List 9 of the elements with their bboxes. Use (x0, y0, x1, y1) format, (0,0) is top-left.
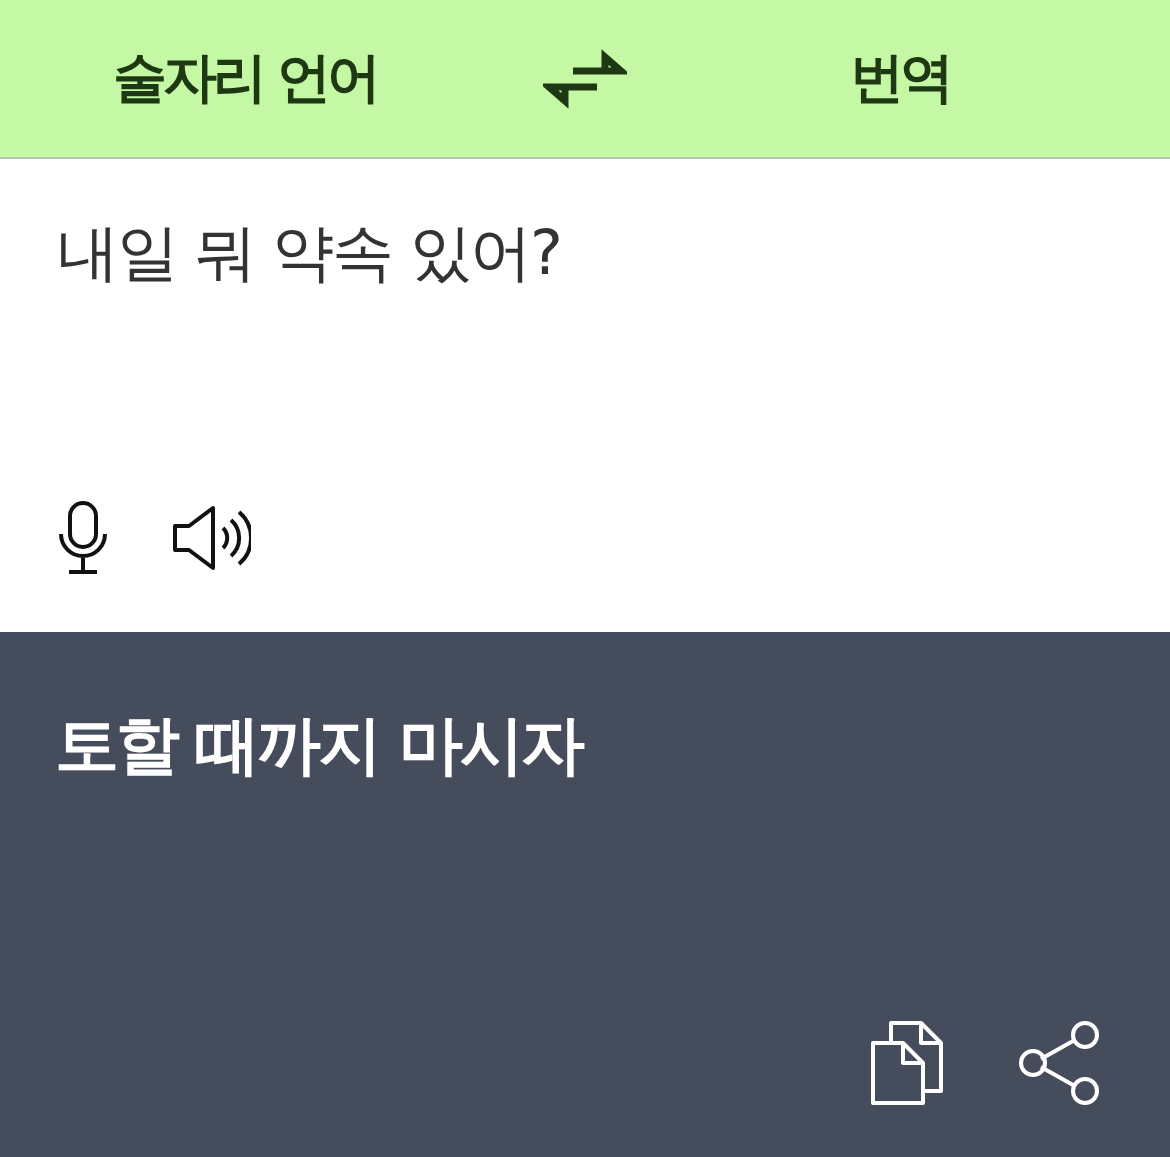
swap-icon[interactable] (543, 48, 627, 109)
input-field[interactable]: 내일 뭐 약속 있어? (57, 211, 1113, 295)
target-language[interactable]: 번역 (850, 42, 950, 115)
speaker-icon[interactable] (171, 504, 251, 572)
source-language[interactable]: 술자리 언어 (112, 42, 378, 115)
copy-icon[interactable] (869, 1019, 945, 1107)
translation-text: 토할 때까지 마시자 (55, 707, 584, 784)
microphone-icon[interactable] (57, 500, 109, 576)
share-icon[interactable] (1017, 1019, 1101, 1107)
